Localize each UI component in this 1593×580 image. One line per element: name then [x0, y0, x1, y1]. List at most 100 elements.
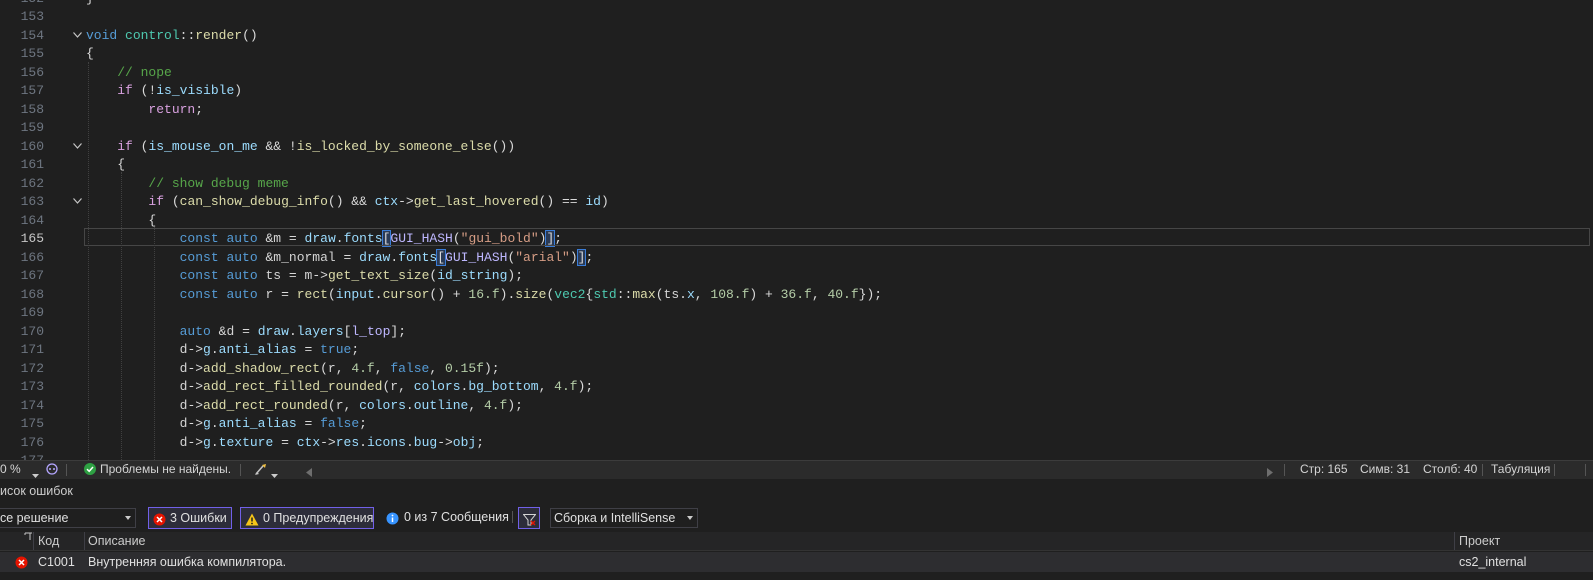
code-cleanup-icon[interactable]	[254, 463, 268, 481]
code-text[interactable]: }	[86, 0, 94, 8]
code-text[interactable]: // nope	[86, 64, 172, 83]
code-line[interactable]: 161 {	[0, 156, 1593, 175]
code-line[interactable]: 162 // show debug meme	[0, 175, 1593, 194]
line-number: 162	[20, 175, 44, 191]
editor-status-bar: 0 % Проблемы не найдены. Стр: 165 Симв: …	[0, 460, 1593, 479]
fold-chevron-icon[interactable]	[72, 27, 84, 46]
cursor-column[interactable]: Столб: 40	[1423, 461, 1477, 479]
line-number: 173	[20, 379, 44, 394]
code-line[interactable]: 160 if (is_mouse_on_me && !is_locked_by_…	[0, 138, 1593, 157]
line-number: 167	[20, 268, 44, 283]
code-line[interactable]: 170 auto &d = draw.layers[l_top];	[0, 323, 1593, 342]
code-text[interactable]: d->add_shadow_rect(r, 4.f, false, 0.15f)…	[86, 360, 500, 379]
line-number: 158	[20, 101, 44, 117]
code-line[interactable]: 157 if (!is_visible)	[0, 82, 1593, 101]
code-text[interactable]: if (!is_visible)	[86, 82, 242, 101]
zoom-dropdown-icon[interactable]	[32, 467, 39, 485]
code-text[interactable]: d->g.anti_alias = false;	[86, 415, 367, 434]
code-text[interactable]: {	[86, 45, 94, 64]
errors-label: 3 Ошибки	[170, 511, 227, 525]
line-number: 153	[20, 9, 44, 24]
error-list-title: исок ошибок	[0, 484, 73, 498]
code-text[interactable]: return;	[86, 101, 203, 120]
error-project: cs2_internal	[1459, 555, 1527, 569]
warnings-label: 0 Предупреждения	[263, 511, 374, 525]
project-column-header[interactable]: Проект	[1459, 532, 1500, 550]
info-icon	[386, 511, 399, 531]
build-filter-value: Сборка и IntelliSense	[554, 511, 676, 525]
code-column-header[interactable]: Код	[38, 532, 59, 550]
scroll-left-icon[interactable]	[306, 465, 312, 483]
line-number: 152	[0, 0, 44, 8]
code-text[interactable]: if (is_mouse_on_me && !is_locked_by_some…	[86, 138, 515, 157]
scope-dropdown[interactable]: се решение	[0, 508, 136, 528]
code-editor[interactable]: 152}153154void control::render()155{156 …	[0, 0, 1593, 464]
line-number: 174	[20, 397, 44, 413]
messages-filter-button[interactable]: 0 из 7 Сообщения	[384, 507, 509, 529]
code-text[interactable]: d->g.anti_alias = true;	[86, 341, 360, 360]
scroll-right-icon[interactable]	[1267, 465, 1273, 483]
copilot-icon[interactable]	[46, 463, 58, 481]
line-number: 155	[20, 46, 44, 61]
code-text[interactable]: if (can_show_debug_info() && ctx->get_la…	[86, 193, 608, 212]
code-text[interactable]: const auto &m_normal = draw.fonts[GUI_HA…	[86, 248, 593, 268]
zoom-level[interactable]: 0 %	[0, 461, 21, 479]
filter-icon	[522, 512, 537, 532]
pin-column-icon[interactable]	[24, 528, 33, 546]
cleanup-dropdown-icon[interactable]	[271, 467, 278, 485]
code-text[interactable]: d->add_rect_filled_rounded(r, colors.bg_…	[86, 378, 594, 397]
code-line[interactable]: 154 void control::render()	[0, 27, 1593, 46]
code-text[interactable]: auto &d = draw.layers[l_top];	[86, 323, 406, 342]
code-line[interactable]: 152}	[0, 0, 1593, 8]
code-line[interactable]: 171 d->g.anti_alias = true;	[0, 341, 1593, 360]
code-line[interactable]: 175 d->g.anti_alias = false;	[0, 415, 1593, 434]
cursor-line[interactable]: Стр: 165	[1300, 461, 1348, 479]
warnings-filter-button[interactable]: 0 Предупреждения	[240, 507, 374, 529]
code-line[interactable]: 156 // nope	[0, 64, 1593, 83]
code-text[interactable]: d->add_rect_rounded(r, colors.outline, 4…	[86, 397, 523, 416]
indent-guide	[154, 227, 155, 462]
code-line[interactable]: 173 d->add_rect_filled_rounded(r, colors…	[0, 378, 1593, 397]
filter-button[interactable]	[518, 507, 540, 529]
line-number: 163	[20, 194, 44, 209]
code-text[interactable]: {	[86, 156, 125, 175]
code-line[interactable]: 174 d->add_rect_rounded(r, colors.outlin…	[0, 397, 1593, 416]
code-text[interactable]: d->g.texture = ctx->res.icons.bug->obj;	[86, 434, 484, 453]
description-column-header[interactable]: Описание	[88, 532, 146, 550]
indent-guide	[121, 172, 122, 462]
code-line[interactable]: 166 const auto &m_normal = draw.fonts[GU…	[0, 248, 1593, 268]
code-line[interactable]: 155 {	[0, 45, 1593, 64]
error-icon	[15, 555, 28, 575]
fold-chevron-icon[interactable]	[72, 138, 84, 157]
indentation-mode[interactable]: Табуляция	[1491, 461, 1550, 479]
line-number: 168	[20, 286, 44, 302]
error-icon	[153, 512, 166, 532]
errors-filter-button[interactable]: 3 Ошибки	[148, 507, 232, 529]
code-line[interactable]: 158 return;	[0, 101, 1593, 120]
build-intellisense-dropdown[interactable]: Сборка и IntelliSense	[550, 508, 698, 528]
line-number: 172	[20, 360, 44, 376]
table-row[interactable]: C1001 Внутренняя ошибка компилятора. cs2…	[0, 552, 1593, 572]
code-line[interactable]: 167 const auto ts = m->get_text_size(id_…	[0, 267, 1593, 286]
code-text[interactable]: const auto ts = m->get_text_size(id_stri…	[86, 267, 523, 286]
line-number: 175	[20, 416, 44, 431]
line-number: 156	[20, 64, 44, 80]
code-line[interactable]: 172 d->add_shadow_rect(r, 4.f, false, 0.…	[0, 360, 1593, 379]
code-line[interactable]: 153	[0, 8, 1593, 27]
check-circle-icon	[84, 463, 96, 481]
code-line[interactable]: 168 const auto r = rect(input.cursor() +…	[0, 286, 1593, 305]
problems-status[interactable]: Проблемы не найдены.	[100, 461, 231, 479]
line-number: 176	[20, 434, 44, 450]
cursor-char[interactable]: Симв: 31	[1360, 461, 1410, 479]
code-line[interactable]: 176 d->g.texture = ctx->res.icons.bug->o…	[0, 434, 1593, 453]
line-number: 161	[20, 157, 44, 172]
code-text[interactable]: const auto r = rect(input.cursor() + 16.…	[86, 286, 882, 305]
code-line[interactable]: 163 if (can_show_debug_info() && ctx->ge…	[0, 193, 1593, 212]
code-text[interactable]: void control::render()	[86, 27, 258, 46]
code-line[interactable]: 159	[0, 119, 1593, 138]
warning-icon	[245, 512, 259, 532]
line-number: 171	[20, 342, 44, 357]
code-text[interactable]: // show debug meme	[86, 175, 288, 194]
code-line[interactable]: 169	[0, 304, 1593, 323]
fold-chevron-icon[interactable]	[72, 193, 84, 212]
